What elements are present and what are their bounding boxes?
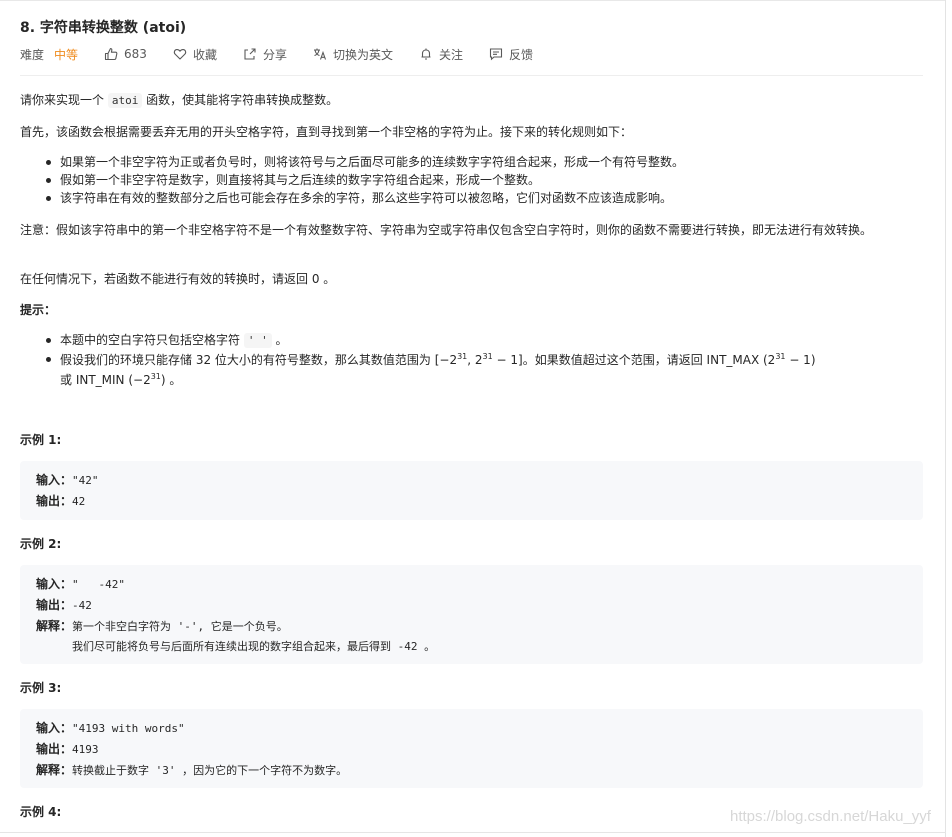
example-output-row: 输出：42 <box>36 491 907 512</box>
example-2-title: 示例 2: <box>20 537 62 551</box>
hint-text: 假设我们的环境只能存储 32 位大小的有符号整数，那么其数值范围为 [−2 <box>60 353 458 367</box>
problem-meta-bar: 难度 中等 683 收藏 分享 切换为英文 关注 反馈 <box>20 45 559 63</box>
difficulty: 难度 中等 <box>20 46 78 63</box>
explain-label: 解释： <box>36 619 73 633</box>
hint-text: − 1) <box>785 353 816 367</box>
input-value: "4193 with words" <box>72 722 185 735</box>
intro-text-b: 函数，使其能将字符串转换成整数。 <box>142 93 339 107</box>
like-count: 683 <box>124 47 147 61</box>
rules-list: 如果第一个非空字符为正或者负号时，则将该符号与之后面尽可能多的连续数字字符组合起… <box>20 153 920 207</box>
return-zero-paragraph: 在任何情况下，若函数不能进行有效的转换时，请返回 0 。 <box>20 272 336 286</box>
exponent: 31 <box>457 352 468 361</box>
intro-text-a: 请你来实现一个 <box>20 93 108 107</box>
explain-text: 第一个非空白字符为 '-', 它是一个负号。 <box>72 620 288 633</box>
share-icon <box>244 48 256 60</box>
bullet-icon <box>46 160 51 165</box>
example-input-row: 输入："42" <box>36 470 907 491</box>
problem-page: 8. 字符串转换整数 (atoi) 难度 中等 683 收藏 分享 切换为英文 <box>0 0 952 837</box>
output-value: 4193 <box>72 743 99 756</box>
input-value: "42" <box>72 474 99 487</box>
example-explain-row: 解释：第一个非空白字符为 '-', 它是一个负号。 <box>36 616 907 637</box>
share-button[interactable]: 分享 <box>243 46 287 63</box>
watermark: https://blog.csdn.net/Haku_yyf <box>730 808 931 825</box>
bullet-icon <box>46 196 51 201</box>
hint-text: , 2 <box>467 353 483 367</box>
input-value: " -42" <box>72 578 125 591</box>
rule-text: 假如第一个非空字符是数字，则直接将其与之后连续的数字字符组合起来，形成一个整数。 <box>60 173 541 187</box>
explain-label: 解释： <box>36 763 73 777</box>
example-2-block: 输入：" -42" 输出：-42 解释：第一个非空白字符为 '-', 它是一个负… <box>20 565 923 664</box>
favorite-button[interactable]: 收藏 <box>173 46 217 63</box>
list-item: 假如第一个非空字符是数字，则直接将其与之后连续的数字字符组合起来，形成一个整数。 <box>46 171 920 189</box>
output-label: 输出： <box>36 742 73 756</box>
example-explain-row-2: 我们尽可能将负号与后面所有连续出现的数字组合起来，最后得到 -42 。 <box>72 640 436 653</box>
difficulty-value: 中等 <box>54 47 79 62</box>
problem-title: 8. 字符串转换整数 (atoi) <box>20 20 187 36</box>
output-label: 输出： <box>36 494 73 508</box>
translate-icon <box>313 48 326 60</box>
rules-intro: 首先，该函数会根据需要丢弃无用的开头空格字符，直到寻找到第一个非空格的字符为止。… <box>20 125 633 139</box>
difficulty-label: 难度 <box>20 47 45 62</box>
output-label: 输出： <box>36 598 73 612</box>
note-paragraph: 注意：假如该字符串中的第一个非空格字符不是一个有效整数字符、字符串为空或字符串仅… <box>20 223 873 237</box>
hint-text: ) 。 <box>160 373 182 387</box>
bottom-border <box>0 832 946 833</box>
feedback-button[interactable]: 反馈 <box>489 46 533 63</box>
example-1-block: 输入："42" 输出：42 <box>20 461 923 520</box>
example-output-row: 输出：4193 <box>36 739 907 760</box>
example-3-block: 输入："4193 with words" 输出：4193 解释：转换截止于数字 … <box>20 709 923 788</box>
hint-text: − 1]。如果数值超过这个范围，请返回 INT_MAX (2 <box>492 353 776 367</box>
example-3-title: 示例 3: <box>20 681 62 695</box>
example-input-row: 输入：" -42" <box>36 574 907 595</box>
header-divider <box>20 75 923 76</box>
intro-paragraph: 请你来实现一个 atoi 函数，使其能将字符串转换成整数。 <box>20 91 925 110</box>
hint-list: 本题中的空白字符只包括空格字符 ' ' 。 假设我们的环境只能存储 32 位大小… <box>20 331 920 390</box>
example-4-title: 示例 4: <box>20 805 62 819</box>
rule-text: 该字符串在有效的整数部分之后也可能会存在多余的字符，那么这些字符可以被忽略，它们… <box>60 191 673 205</box>
hint-title: 提示： <box>20 303 57 317</box>
example-explain-row: 解释：转换截止于数字 '3' ，因为它的下一个字符不为数字。 <box>36 760 907 781</box>
bullet-icon <box>46 357 51 362</box>
list-item: 本题中的空白字符只包括空格字符 ' ' 。 <box>46 331 920 350</box>
hint-text: 本题中的空白字符只包括空格字符 <box>60 333 244 347</box>
follow-label: 关注 <box>438 47 463 62</box>
top-border <box>0 0 946 1</box>
input-label: 输入： <box>36 473 73 487</box>
input-label: 输入： <box>36 721 73 735</box>
hint-text: 或 INT_MIN (−2 <box>60 373 151 387</box>
input-label: 输入： <box>36 577 73 591</box>
output-value: 42 <box>72 495 86 508</box>
rule-text: 如果第一个非空字符为正或者负号时，则将该符号与之后面尽可能多的连续数字字符组合起… <box>60 155 685 169</box>
feedback-label: 反馈 <box>509 47 534 62</box>
hint-text-end: 。 <box>271 333 288 347</box>
list-item: 如果第一个非空字符为正或者负号时，则将该符号与之后面尽可能多的连续数字字符组合起… <box>46 153 920 171</box>
bullet-icon <box>46 338 51 343</box>
feedback-icon <box>489 48 503 61</box>
exponent: 31 <box>482 352 493 361</box>
thumbs-up-icon <box>104 47 118 61</box>
example-input-row: 输入："4193 with words" <box>36 718 907 739</box>
follow-button[interactable]: 关注 <box>419 46 463 63</box>
heart-icon <box>173 49 187 60</box>
translate-label: 切换为英文 <box>332 47 393 62</box>
example-1-title: 示例 1: <box>20 433 62 447</box>
right-scroll-edge[interactable] <box>945 0 946 837</box>
bell-icon <box>421 48 431 60</box>
exponent: 31 <box>775 352 786 361</box>
example-output-row: 输出：-42 <box>36 595 907 616</box>
list-item: 该字符串在有效的整数部分之后也可能会存在多余的字符，那么这些字符可以被忽略，它们… <box>46 189 920 207</box>
list-item: 假设我们的环境只能存储 32 位大小的有符号整数，那么其数值范围为 [−231,… <box>46 350 920 390</box>
like-button[interactable]: 683 <box>104 47 147 61</box>
output-value: -42 <box>72 599 92 612</box>
share-label: 分享 <box>262 47 287 62</box>
favorite-label: 收藏 <box>192 47 217 62</box>
translate-button[interactable]: 切换为英文 <box>313 46 393 63</box>
exponent: 31 <box>150 372 161 381</box>
bullet-icon <box>46 178 51 183</box>
explain-text: 转换截止于数字 '3' ，因为它的下一个字符不为数字。 <box>72 764 348 777</box>
inline-code-space: ' ' <box>243 333 272 348</box>
inline-code-atoi: atoi <box>107 93 143 108</box>
